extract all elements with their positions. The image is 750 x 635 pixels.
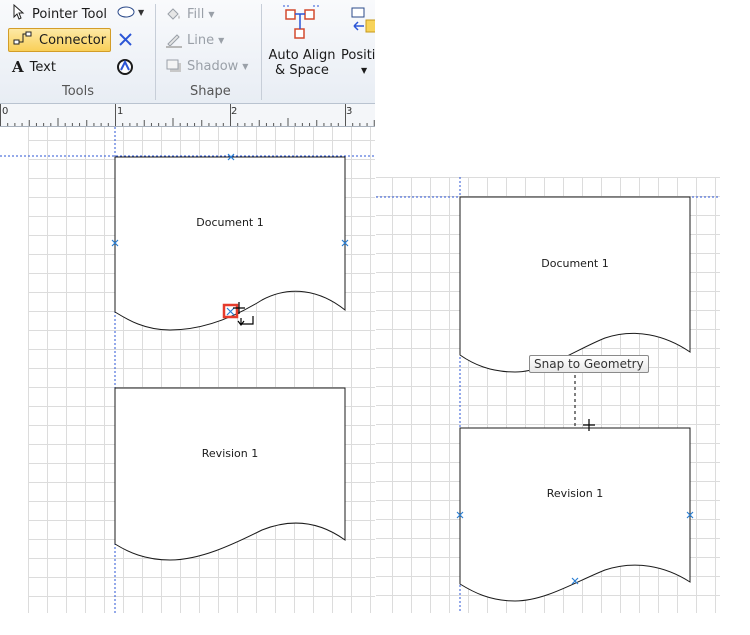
diagram-layer-right: [376, 177, 720, 613]
shape-text-revision: Revision 1: [546, 487, 604, 500]
shape-text-document: Document 1: [196, 216, 264, 229]
shape-text-revision: Revision 1: [201, 447, 259, 460]
snap-to-geometry-tooltip: Snap to Geometry: [529, 355, 649, 373]
document-shape[interactable]: [459, 196, 691, 373]
revision-shape[interactable]: [459, 427, 691, 602]
shape-text-document: Document 1: [541, 257, 609, 270]
